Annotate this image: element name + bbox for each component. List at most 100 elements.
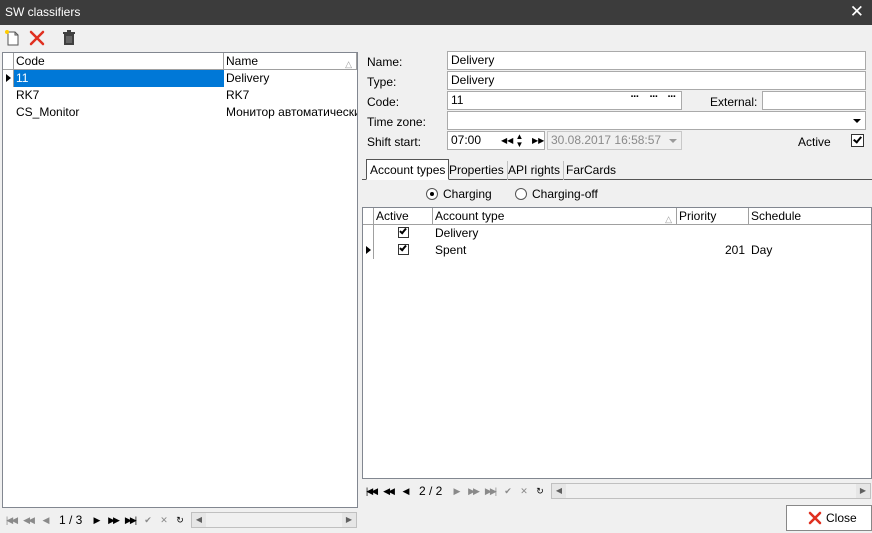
horizontal-scrollbar[interactable]: ◀ ▶ (191, 512, 357, 528)
row-indicator (3, 70, 14, 87)
column-header-code[interactable]: Code (14, 53, 224, 69)
classifiers-grid[interactable]: Code Name △ 11 Delivery RK7 RK7 CS_Monit… (2, 52, 358, 508)
column-header-account-type[interactable]: Account type △ (433, 208, 677, 224)
post-edit-icon[interactable]: ✔ (500, 483, 514, 499)
left-navigator: |◀◀ ◀◀ ◀ 1 / 3 ▶ ▶▶ ▶▶| ✔ ✕ ↻ ◀ ▶ (2, 510, 358, 530)
new-document-icon[interactable] (4, 29, 22, 47)
external-field[interactable] (762, 91, 866, 110)
trash-icon[interactable] (60, 29, 78, 47)
column-header-schedule[interactable]: Schedule (749, 208, 871, 224)
row-active-checkbox[interactable] (398, 226, 409, 238)
window-titlebar: SW classifiers ✕ (0, 0, 872, 25)
table-row[interactable]: CS_Monitor Монитор автоматических (3, 104, 357, 121)
tab-api-rights[interactable]: API rights (505, 161, 565, 180)
cell-schedule[interactable]: Day (749, 242, 871, 259)
refresh-icon[interactable]: ↻ (172, 512, 186, 528)
window-close-icon[interactable]: ✕ (850, 2, 864, 22)
account-types-grid[interactable]: Active Account type △ Priority Schedule … (362, 207, 872, 479)
last-page-icon[interactable]: ▶▶| (483, 483, 497, 499)
grid-header: Active Account type △ Priority Schedule (363, 208, 871, 225)
scroll-right-icon[interactable]: ▶ (342, 513, 356, 527)
next-record-icon[interactable]: ▶ (449, 483, 463, 499)
cell-priority[interactable] (677, 225, 749, 242)
page-indicator: 1 / 3 (59, 513, 83, 527)
active-checkbox[interactable] (851, 134, 864, 147)
cell-code[interactable]: 11 (14, 70, 224, 87)
checkmark-icon (399, 226, 407, 235)
cell-name[interactable]: Delivery (224, 70, 357, 87)
next-page-icon[interactable]: ▶▶ (466, 483, 480, 499)
prev-record-icon[interactable]: ◀ (38, 512, 52, 528)
row-indicator (363, 242, 374, 259)
table-row[interactable]: Spent 201 Day (363, 242, 871, 259)
prev-page-icon[interactable]: ◀◀ (381, 483, 395, 499)
column-header-priority[interactable]: Priority (677, 208, 749, 224)
refresh-icon[interactable]: ↻ (532, 483, 546, 499)
time-next-icon[interactable]: ▶▶ (532, 137, 544, 145)
cell-account-type[interactable]: Delivery (433, 225, 677, 242)
table-row[interactable]: RK7 RK7 (3, 87, 357, 104)
scroll-left-icon[interactable]: ◀ (552, 484, 566, 498)
tab-account-types[interactable]: Account types (366, 159, 450, 180)
scroll-right-icon[interactable]: ▶ (856, 484, 870, 498)
checkmark-icon (399, 243, 407, 252)
first-page-icon[interactable]: |◀◀ (4, 512, 18, 528)
code-lookup-button[interactable]: ··· (645, 92, 662, 108)
timezone-select[interactable] (447, 111, 866, 130)
next-record-icon[interactable]: ▶ (89, 512, 103, 528)
code-generate-button[interactable]: ··· (626, 92, 643, 108)
column-header-active[interactable]: Active (374, 208, 433, 224)
external-label: External: (710, 95, 758, 109)
shift-time-value: 07:00 (451, 133, 482, 147)
last-page-icon[interactable]: ▶▶| (123, 512, 137, 528)
close-icon (808, 511, 822, 525)
active-label: Active (798, 135, 831, 149)
delete-icon[interactable] (28, 29, 46, 47)
tab-farcards[interactable]: FarCards (563, 161, 619, 180)
table-row[interactable]: 11 Delivery (3, 70, 357, 87)
chevron-down-icon (669, 139, 677, 143)
column-header-name-label: Name (226, 54, 259, 68)
grid-header: Code Name △ (3, 53, 357, 70)
tab-properties[interactable]: Properties (446, 161, 508, 180)
window-title: SW classifiers (5, 5, 81, 19)
cell-code[interactable]: RK7 (14, 87, 224, 104)
charging-radio[interactable] (426, 188, 438, 200)
table-row[interactable]: Delivery (363, 225, 871, 242)
row-indicator (363, 225, 374, 242)
post-edit-icon[interactable]: ✔ (140, 512, 154, 528)
horizontal-scrollbar[interactable]: ◀ ▶ (551, 483, 871, 499)
cell-name[interactable]: RK7 (224, 87, 357, 104)
type-field[interactable]: Delivery (447, 71, 866, 90)
scroll-left-icon[interactable]: ◀ (192, 513, 206, 527)
sort-ascending-icon: △ (665, 214, 672, 224)
cell-name[interactable]: Монитор автоматических (224, 104, 357, 121)
charging-off-radio[interactable] (515, 188, 527, 200)
name-field[interactable]: Delivery (447, 51, 866, 70)
shift-start-label: Shift start: (367, 135, 422, 149)
close-button-label: Close (826, 511, 857, 525)
cell-priority[interactable]: 201 (677, 242, 749, 259)
time-prev-icon[interactable]: ◀◀ (501, 137, 513, 145)
header-indicator (363, 208, 374, 224)
column-header-name[interactable]: Name △ (224, 53, 357, 69)
cell-account-type[interactable]: Spent (433, 242, 677, 259)
cell-schedule[interactable] (749, 225, 871, 242)
first-page-icon[interactable]: |◀◀ (364, 483, 378, 499)
cancel-edit-icon[interactable]: ✕ (156, 512, 170, 528)
prev-page-icon[interactable]: ◀◀ (21, 512, 35, 528)
header-indicator (3, 53, 14, 69)
time-down-icon[interactable]: ▼ (515, 141, 524, 149)
cell-code[interactable]: CS_Monitor (14, 104, 224, 121)
cancel-edit-icon[interactable]: ✕ (516, 483, 530, 499)
prev-record-icon[interactable]: ◀ (398, 483, 412, 499)
next-page-icon[interactable]: ▶▶ (106, 512, 120, 528)
code-field[interactable]: 11 ··· ··· ··· (447, 91, 682, 110)
type-label: Type: (367, 75, 397, 89)
current-row-icon (6, 74, 11, 82)
name-label: Name: (367, 55, 403, 69)
shift-time-field[interactable]: 07:00 ◀◀ ▲ ▼ ▶▶ (447, 131, 545, 150)
row-active-checkbox[interactable] (398, 243, 409, 255)
code-browse-button[interactable]: ··· (663, 92, 680, 108)
close-button[interactable]: Close (786, 505, 872, 531)
